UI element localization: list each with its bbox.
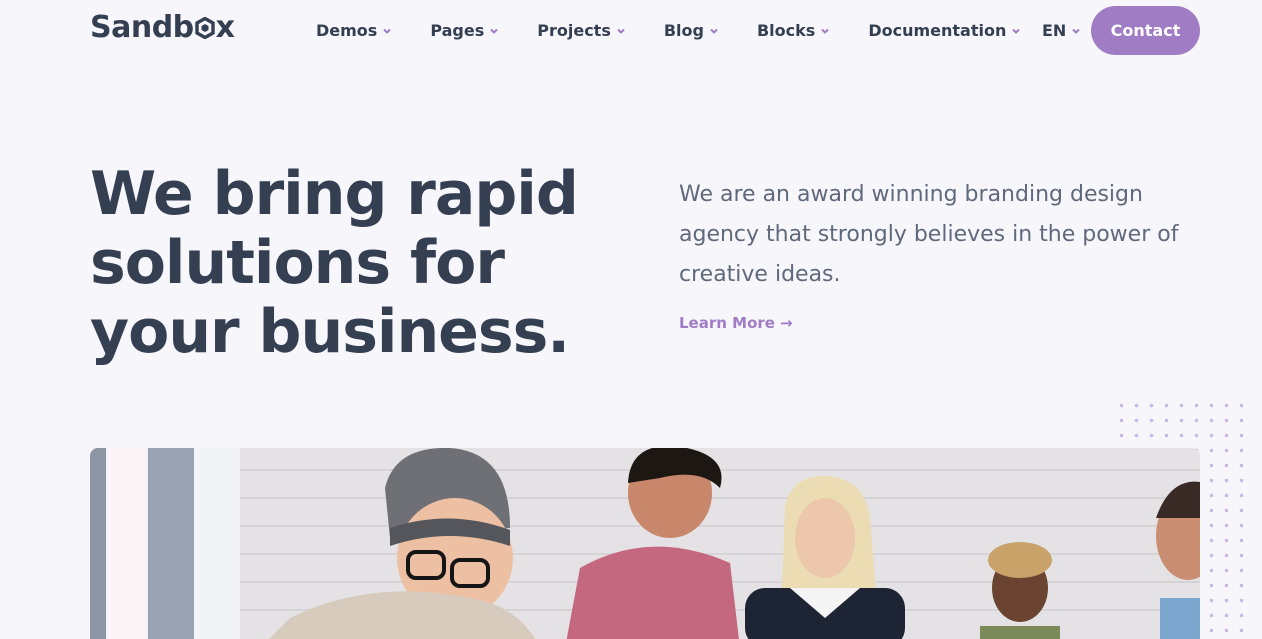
nav-item-label: Demos [316,20,378,40]
nav-item-label: Documentation [868,20,1007,40]
chevron-down-icon [1012,28,1021,34]
logo-text-end: x [215,10,235,45]
nav-item-blog[interactable]: Blog [664,18,719,42]
nav-item-label: Blocks [756,20,816,40]
learn-more-link[interactable]: Learn More → [679,314,793,332]
chevron-down-icon [821,28,830,34]
chevron-down-icon [710,28,718,34]
nav-item-blocks[interactable]: Blocks [757,18,830,42]
chevron-down-icon [490,28,498,34]
hero-photo [90,448,1200,639]
hero-title-line: your business. [90,297,570,367]
hero-description: We are an award winning branding design … [679,182,1179,287]
nav-item-label: Projects [537,20,611,40]
chevron-down-icon [617,28,625,34]
arrow-right-icon: → [779,314,793,332]
nav-item-documentation[interactable]: Documentation [868,18,1021,42]
logo[interactable]: Sandb x [90,10,235,45]
team-photo-illustration [90,448,1200,639]
chevron-down-icon [1072,28,1081,34]
language-selector[interactable]: EN [1042,18,1081,42]
learn-more-label: Learn More [679,314,775,332]
logo-hexagon-icon [194,16,215,39]
language-label: EN [1042,20,1067,40]
hero-title: We bring rapid solutions for your busine… [90,160,610,367]
main-nav: Demos Pages Projects Blog Blocks Documen… [316,18,1059,42]
nav-item-pages[interactable]: Pages [430,18,499,42]
hero-title-line: We bring rapid [90,159,579,229]
chevron-down-icon [383,28,392,34]
nav-item-label: Blog [663,20,704,40]
nav-item-demos[interactable]: Demos [316,18,392,42]
nav-item-label: Pages [430,20,485,40]
logo-text-start: Sandb [90,10,194,45]
site-header: Sandb x Demos Pages Projects Blog Blocks [0,0,1262,60]
contact-button[interactable]: Contact [1091,6,1200,55]
nav-item-projects[interactable]: Projects [537,18,626,42]
hero-title-line: solutions for [90,228,505,298]
